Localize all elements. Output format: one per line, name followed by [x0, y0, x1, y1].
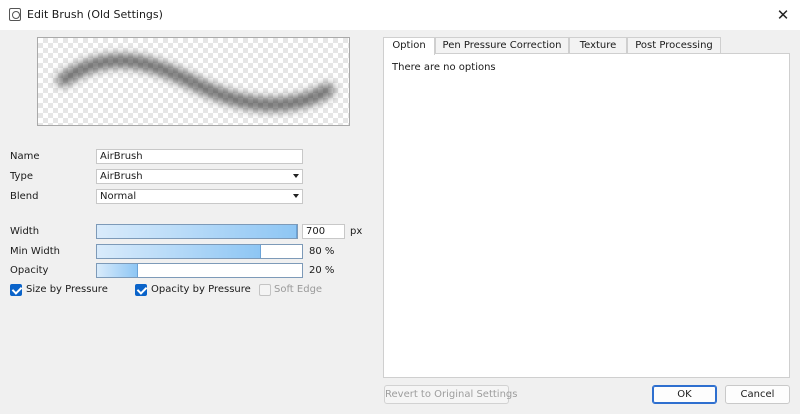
- width-label: Width: [10, 226, 40, 237]
- app-icon: [9, 8, 21, 21]
- blend-value: Normal: [100, 191, 137, 202]
- min-width-slider[interactable]: [96, 244, 303, 259]
- ok-button[interactable]: OK: [652, 385, 717, 404]
- blend-dropdown[interactable]: Normal: [96, 189, 303, 204]
- min-width-value: 80 %: [309, 246, 335, 257]
- title-bar: Edit Brush (Old Settings) ✕: [0, 0, 800, 30]
- chevron-down-icon: [293, 174, 299, 178]
- brush-preview: [37, 37, 350, 126]
- opacity-label: Opacity: [10, 265, 49, 276]
- width-unit: px: [350, 226, 363, 237]
- opacity-slider-fill: [97, 264, 138, 277]
- chevron-down-icon: [293, 194, 299, 198]
- type-label: Type: [10, 171, 33, 182]
- opacity-slider[interactable]: [96, 263, 303, 278]
- revert-button[interactable]: Revert to Original Settings: [384, 385, 517, 404]
- opacity-by-pressure-label: Opacity by Pressure: [151, 284, 251, 295]
- close-icon[interactable]: ✕: [774, 6, 792, 24]
- tab-post-processing[interactable]: Post Processing: [627, 37, 721, 54]
- opacity-by-pressure-checkbox[interactable]: [135, 284, 147, 296]
- width-slider-fill: [97, 225, 297, 238]
- size-by-pressure-checkbox[interactable]: [10, 284, 22, 296]
- type-value: AirBrush: [100, 171, 143, 182]
- tab-option[interactable]: Option: [383, 37, 435, 55]
- brush-stroke-preview: [56, 53, 335, 112]
- cancel-button[interactable]: Cancel: [725, 385, 790, 404]
- min-width-slider-fill: [97, 245, 261, 258]
- type-dropdown[interactable]: AirBrush: [96, 169, 303, 184]
- name-field[interactable]: AirBrush: [96, 149, 303, 164]
- width-input[interactable]: 700: [302, 224, 345, 239]
- blend-label: Blend: [10, 191, 39, 202]
- min-width-label: Min Width: [10, 246, 60, 257]
- opacity-value: 20 %: [309, 265, 335, 276]
- width-slider[interactable]: [96, 224, 298, 239]
- tab-texture[interactable]: Texture: [569, 37, 627, 54]
- soft-edge-label: Soft Edge: [274, 284, 323, 295]
- window-title: Edit Brush (Old Settings): [27, 8, 163, 21]
- tab-content-panel: [383, 53, 790, 378]
- name-label: Name: [10, 151, 40, 162]
- no-options-message: There are no options: [392, 62, 496, 73]
- tab-pen-pressure-correction[interactable]: Pen Pressure Correction: [435, 37, 569, 54]
- size-by-pressure-label: Size by Pressure: [26, 284, 108, 295]
- soft-edge-checkbox[interactable]: [259, 284, 271, 296]
